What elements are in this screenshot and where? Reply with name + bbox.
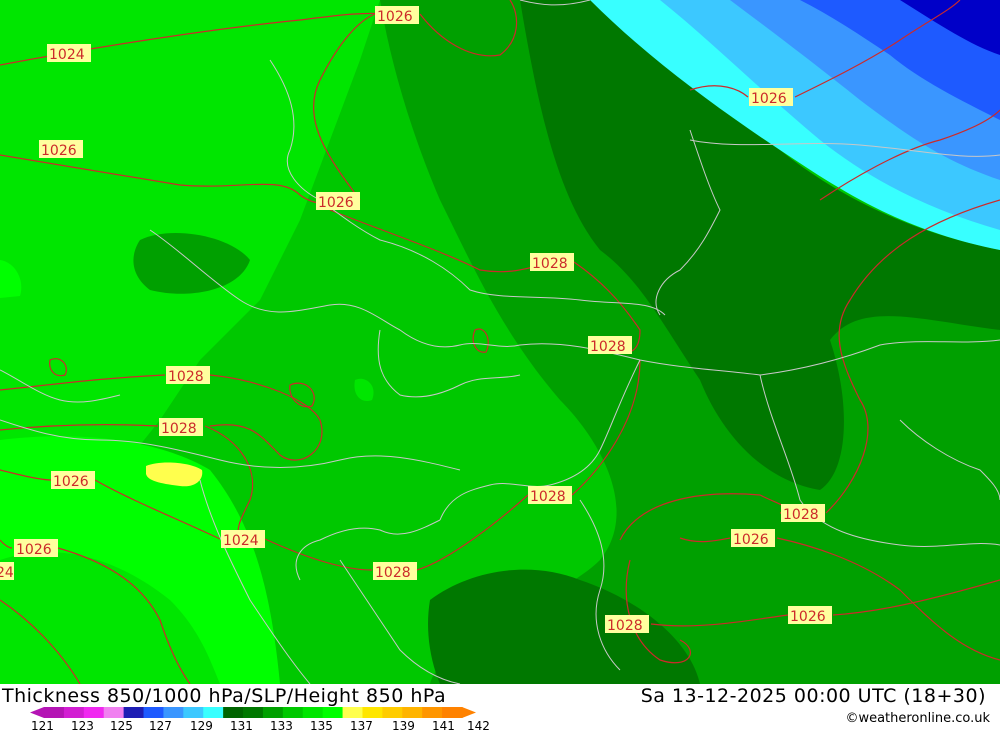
legend-tick: 137 bbox=[350, 719, 373, 733]
legend-swatch bbox=[302, 707, 324, 718]
legend-swatch bbox=[103, 707, 125, 718]
svg-text:1026: 1026 bbox=[733, 532, 769, 548]
isobar-label: 1028 bbox=[781, 504, 825, 523]
weather-map[interactable]: 1026 1024 1026 1026 1026 1028 1028 1028 … bbox=[0, 0, 1000, 684]
legend-tick: 139 bbox=[392, 719, 415, 733]
legend-swatch bbox=[402, 707, 423, 718]
isobar-label: 24 bbox=[0, 562, 14, 581]
svg-text:1028: 1028 bbox=[607, 618, 643, 634]
svg-text:1028: 1028 bbox=[375, 565, 411, 581]
legend-swatch bbox=[83, 707, 105, 718]
svg-text:1028: 1028 bbox=[530, 489, 566, 505]
legend-tick: 123 bbox=[71, 719, 94, 733]
isobar-label: 1026 bbox=[39, 140, 83, 159]
legend-swatch bbox=[422, 707, 443, 718]
legend-tick: 131 bbox=[230, 719, 253, 733]
isobar-label: 1028 bbox=[530, 253, 574, 272]
legend-swatch bbox=[143, 707, 165, 718]
svg-text:1026: 1026 bbox=[751, 91, 787, 107]
svg-text:1024: 1024 bbox=[49, 47, 85, 63]
legend-swatch bbox=[262, 707, 284, 718]
legend-swatch bbox=[282, 707, 304, 718]
legend-tick: 133 bbox=[270, 719, 293, 733]
isobar-label: 1028 bbox=[588, 336, 632, 355]
legend-tick: 121 bbox=[31, 719, 54, 733]
weatheronline-credit[interactable]: ©weatheronline.co.uk bbox=[845, 711, 990, 726]
legend-swatch bbox=[183, 707, 204, 718]
svg-text:1026: 1026 bbox=[41, 143, 77, 159]
legend-tick: 127 bbox=[149, 719, 172, 733]
isobar-label: 1024 bbox=[47, 44, 91, 63]
legend-arrow-right bbox=[462, 707, 476, 718]
isobar-label: 1028 bbox=[166, 366, 210, 385]
valid-time: Sa 13-12-2025 00:00 UTC (18+30) bbox=[640, 685, 986, 707]
isobar-label: 1028 bbox=[528, 486, 572, 505]
svg-text:24: 24 bbox=[0, 565, 14, 581]
legend-tick: 129 bbox=[190, 719, 213, 733]
legend-tick: 125 bbox=[110, 719, 133, 733]
legend-swatch bbox=[382, 707, 403, 718]
legend-swatch bbox=[322, 707, 344, 718]
legend-swatch bbox=[123, 707, 145, 718]
legend-swatch bbox=[203, 707, 224, 718]
legend-swatch bbox=[63, 707, 85, 718]
isobar-label: 1026 bbox=[316, 192, 360, 211]
svg-text:1026: 1026 bbox=[53, 474, 89, 490]
isobar-label: 1026 bbox=[788, 606, 832, 625]
legend-swatch bbox=[243, 707, 264, 718]
legend-arrow-left bbox=[30, 707, 44, 718]
isobar-label: 1028 bbox=[373, 562, 417, 581]
isobar-label: 1026 bbox=[51, 471, 95, 490]
isobar-label: 1028 bbox=[159, 418, 203, 437]
legend-swatch bbox=[442, 707, 463, 718]
legend-swatch bbox=[44, 707, 65, 718]
svg-text:1026: 1026 bbox=[790, 609, 826, 625]
isobar-label: 1026 bbox=[749, 88, 793, 107]
isobar-label: 1028 bbox=[605, 615, 649, 634]
legend-swatch bbox=[163, 707, 184, 718]
map-footer: Thickness 850/1000 hPa/SLP/Height 850 hP… bbox=[0, 684, 1000, 733]
legend-swatch bbox=[223, 707, 244, 718]
color-legend bbox=[30, 707, 476, 718]
legend-swatch bbox=[362, 707, 383, 718]
svg-text:1028: 1028 bbox=[532, 256, 568, 272]
isobar-label: 1026 bbox=[731, 529, 775, 548]
isobar-label: 1026 bbox=[14, 539, 58, 558]
isobar-label: 1024 bbox=[221, 530, 265, 549]
isobar-label: 1026 bbox=[375, 6, 419, 25]
legend-swatch bbox=[342, 707, 364, 718]
svg-text:1028: 1028 bbox=[161, 421, 197, 437]
svg-text:1026: 1026 bbox=[377, 9, 413, 25]
svg-text:1026: 1026 bbox=[16, 542, 52, 558]
legend-tick: 141 bbox=[432, 719, 455, 733]
svg-text:1024: 1024 bbox=[223, 533, 259, 549]
svg-text:1028: 1028 bbox=[168, 369, 204, 385]
svg-text:1026: 1026 bbox=[318, 195, 354, 211]
legend-tick: 135 bbox=[310, 719, 333, 733]
svg-text:1028: 1028 bbox=[783, 507, 819, 523]
legend-tick: 142 bbox=[467, 719, 490, 733]
svg-text:1028: 1028 bbox=[590, 339, 626, 355]
